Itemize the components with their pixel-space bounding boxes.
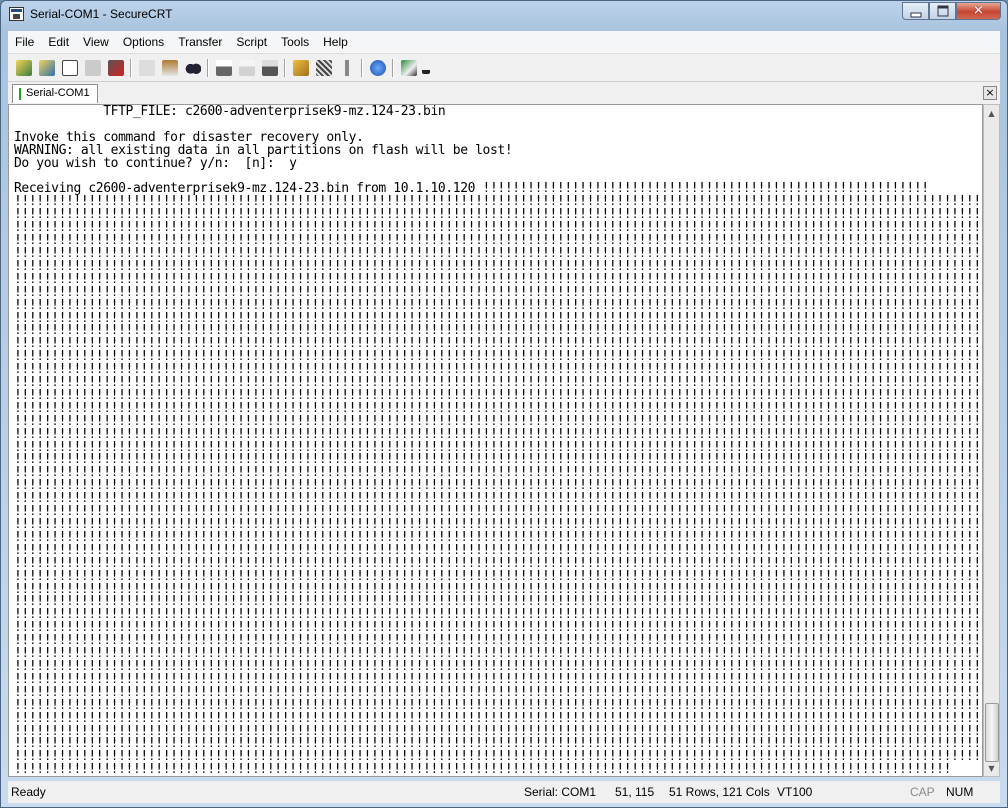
- menu-script[interactable]: Script: [229, 35, 274, 49]
- find-icon: [184, 59, 201, 76]
- copy-button[interactable]: [135, 57, 158, 79]
- copy-icon: [138, 59, 155, 76]
- menu-file[interactable]: File: [8, 35, 41, 49]
- status-num-lock: NUM: [946, 785, 974, 799]
- status-ready: Ready: [11, 785, 46, 799]
- caption-buttons: ✕: [902, 2, 1001, 21]
- session-options-icon: [292, 59, 309, 76]
- disconnect-icon: [107, 59, 124, 76]
- menu-edit[interactable]: Edit: [41, 35, 76, 49]
- securecrt-app-icon[interactable]: [9, 7, 24, 21]
- toolbar-separator: [392, 58, 394, 77]
- connect-tab-button[interactable]: [58, 57, 81, 79]
- print-button[interactable]: [212, 57, 235, 79]
- terminal-view[interactable]: TFTP_FILE: c2600-adventerprisek9-mz.124-…: [8, 104, 983, 777]
- toolbar-overflow-icon: [422, 61, 430, 74]
- status-cursor-position: 51, 115: [615, 785, 655, 799]
- keymap-icon: [338, 59, 355, 76]
- minimize-icon: [910, 12, 921, 18]
- status-caps-lock: CAP: [910, 785, 935, 799]
- toolbar-overflow-button[interactable]: [420, 57, 432, 79]
- maximize-icon: [937, 5, 948, 17]
- global-options-button[interactable]: [312, 57, 335, 79]
- quick-connect-icon: [38, 59, 55, 76]
- maximize-button[interactable]: [929, 2, 956, 20]
- print-icon: [215, 59, 232, 76]
- sftp-button[interactable]: [397, 57, 420, 79]
- securecrt-window: Serial-COM1 - SecureCRT ✕ File Edit View…: [0, 0, 1008, 808]
- status-bar: Ready Serial: COM1 51, 115 51 Rows, 121 …: [8, 781, 1000, 803]
- global-options-icon: [315, 59, 332, 76]
- menu-bar: File Edit View Options Transfer Script T…: [8, 31, 1000, 53]
- menu-view[interactable]: View: [76, 35, 116, 49]
- scrollbar-thumb[interactable]: [985, 703, 999, 762]
- terminal-output: TFTP_FILE: c2600-adventerprisek9-mz.124-…: [14, 104, 983, 777]
- print-setup-button[interactable]: [258, 57, 281, 79]
- keymap-button[interactable]: [335, 57, 358, 79]
- menu-help[interactable]: Help: [316, 35, 355, 49]
- session-tab-bar: Serial-COM1 ×: [8, 81, 1000, 104]
- toolbar: [8, 53, 1000, 81]
- reconnect-button[interactable]: [81, 57, 104, 79]
- quick-connect-button[interactable]: [35, 57, 58, 79]
- connect-tab-icon: [61, 59, 78, 76]
- status-connection: Serial: COM1: [524, 785, 597, 799]
- toolbar-separator: [284, 58, 286, 77]
- help-icon: [369, 59, 386, 76]
- menu-options[interactable]: Options: [116, 35, 171, 49]
- connected-indicator-icon: [19, 88, 21, 100]
- toolbar-separator: [361, 58, 363, 77]
- scroll-down-icon[interactable]: ▼: [984, 760, 999, 776]
- window-title: Serial-COM1 - SecureCRT: [30, 7, 173, 21]
- find-button[interactable]: [181, 57, 204, 79]
- menu-transfer[interactable]: Transfer: [171, 35, 229, 49]
- close-icon: ✕: [973, 3, 984, 19]
- paste-icon: [161, 59, 178, 76]
- connect-button[interactable]: [12, 57, 35, 79]
- scroll-up-icon[interactable]: ▲: [984, 105, 999, 121]
- title-bar[interactable]: Serial-COM1 - SecureCRT ✕: [1, 1, 1007, 29]
- reconnect-icon: [84, 59, 101, 76]
- tab-serial-com1[interactable]: Serial-COM1: [12, 84, 98, 103]
- minimize-button[interactable]: [902, 2, 929, 20]
- print-setup-icon: [261, 59, 278, 76]
- sftp-icon: [400, 59, 417, 76]
- toolbar-separator: [130, 58, 132, 77]
- print-selection-icon: [238, 59, 255, 76]
- close-button[interactable]: ✕: [956, 2, 1001, 20]
- status-emulation: VT100: [777, 785, 813, 799]
- connect-icon: [15, 59, 32, 76]
- menu-tools[interactable]: Tools: [274, 35, 316, 49]
- tab-label: Serial-COM1: [26, 87, 90, 99]
- vertical-scrollbar[interactable]: ▲ ▼: [983, 104, 1000, 777]
- session-options-button[interactable]: [289, 57, 312, 79]
- status-terminal-size: 51 Rows, 121 Cols: [669, 785, 770, 799]
- tab-close-button[interactable]: ×: [983, 86, 997, 100]
- print-selection-button[interactable]: [235, 57, 258, 79]
- toolbar-separator: [207, 58, 209, 77]
- disconnect-button[interactable]: [104, 57, 127, 79]
- help-button[interactable]: [366, 57, 389, 79]
- paste-button[interactable]: [158, 57, 181, 79]
